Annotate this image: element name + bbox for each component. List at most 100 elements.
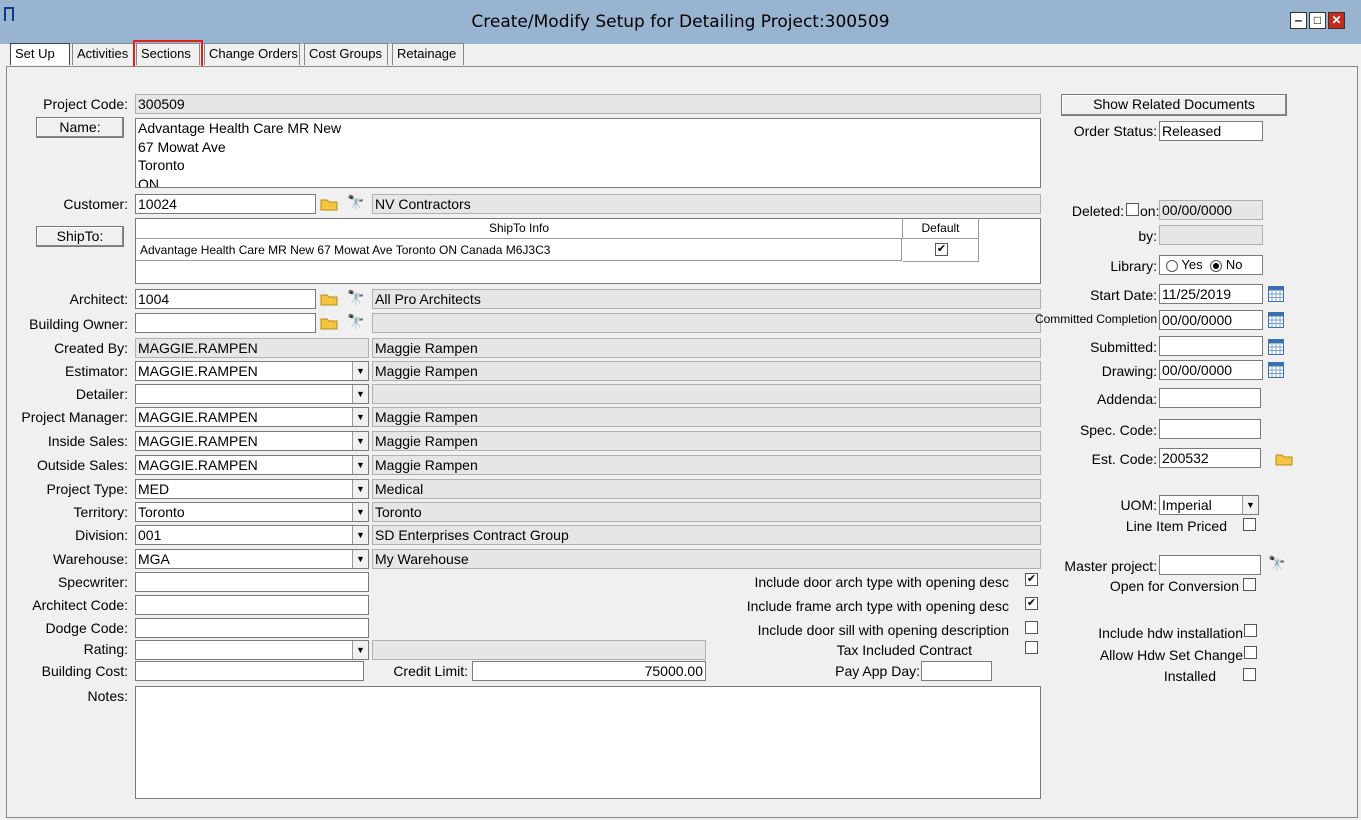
tab-retainage[interactable]: Retainage — [392, 43, 464, 65]
warehouse-select[interactable]: MGA ▼ — [135, 549, 369, 569]
chevron-down-icon[interactable]: ▼ — [352, 385, 368, 403]
credit-limit-input[interactable]: 75000.00 — [472, 661, 706, 681]
chevron-down-icon[interactable]: ▼ — [352, 362, 368, 380]
library-yes-radio[interactable] — [1166, 259, 1178, 272]
uom-select[interactable]: Imperial ▼ — [1159, 495, 1259, 515]
start-date-input[interactable]: 11/25/2019 — [1159, 284, 1263, 304]
project-manager-value: MAGGIE.RAMPEN — [138, 409, 258, 425]
chevron-down-icon[interactable]: ▼ — [352, 480, 368, 498]
rating-select[interactable]: ▼ — [135, 640, 369, 660]
notes-textarea[interactable] — [135, 686, 1041, 799]
title-bar: Create/Modify Setup for Detailing Projec… — [0, 0, 1361, 44]
customer-search-icon[interactable]: 🔭 — [347, 194, 364, 211]
spec-code-label: Spec. Code: — [1079, 422, 1157, 438]
table-row[interactable]: Advantage Health Care MR New 67 Mowat Av… — [136, 239, 902, 261]
territory-select[interactable]: Toronto ▼ — [135, 502, 369, 522]
inside-sales-select[interactable]: MAGGIE.RAMPEN ▼ — [135, 431, 369, 451]
estimator-select[interactable]: MAGGIE.RAMPEN ▼ — [135, 361, 369, 381]
architect-search-icon[interactable]: 🔭 — [347, 289, 364, 306]
shipto-default-checkbox[interactable]: ✔ — [935, 243, 948, 256]
master-project-search-icon[interactable]: 🔭 — [1268, 555, 1285, 572]
tax-included-checkbox[interactable] — [1025, 641, 1038, 654]
deleted-on-field: 00/00/0000 — [1159, 200, 1263, 220]
customer-code-input[interactable]: 10024 — [135, 194, 316, 214]
show-related-documents-button[interactable]: Show Related Documents — [1061, 94, 1287, 116]
dodge-code-input[interactable] — [135, 618, 369, 638]
created-by-label: Created By: — [54, 340, 128, 356]
warehouse-label: Warehouse: — [53, 551, 128, 567]
committed-completion-input[interactable]: 00/00/0000 — [1159, 310, 1263, 330]
tab-set-up[interactable]: Set Up — [10, 43, 70, 65]
building-cost-input[interactable] — [135, 661, 364, 681]
line-item-priced-checkbox[interactable] — [1243, 518, 1256, 531]
spec-code-input[interactable] — [1159, 419, 1261, 439]
submitted-input[interactable] — [1159, 336, 1263, 356]
tab-activities[interactable]: Activities — [72, 43, 134, 65]
maximize-button[interactable]: □ — [1309, 12, 1326, 29]
chevron-down-icon[interactable]: ▼ — [352, 503, 368, 521]
shipto-button[interactable]: ShipTo: — [36, 226, 124, 247]
library-no-label: No — [1225, 257, 1243, 272]
open-for-conversion-checkbox[interactable] — [1243, 578, 1256, 591]
notes-label: Notes: — [87, 688, 128, 704]
drawing-input[interactable]: 00/00/0000 — [1159, 360, 1263, 380]
architect-code-field[interactable] — [135, 595, 369, 615]
tax-included-label: Tax Included Contract — [836, 642, 972, 658]
tab-change-orders[interactable]: Change Orders — [204, 43, 300, 65]
chevron-down-icon[interactable]: ▼ — [352, 456, 368, 474]
project-type-select[interactable]: MED ▼ — [135, 479, 369, 499]
tab-sections[interactable]: Sections — [133, 40, 203, 68]
project-manager-select[interactable]: MAGGIE.RAMPEN ▼ — [135, 407, 369, 427]
chevron-down-icon[interactable]: ▼ — [352, 641, 368, 659]
rating-desc-field — [372, 640, 706, 660]
chevron-down-icon[interactable]: ▼ — [352, 432, 368, 450]
chevron-down-icon[interactable]: ▼ — [352, 550, 368, 568]
calendar-icon[interactable] — [1268, 286, 1284, 302]
calendar-icon[interactable] — [1268, 339, 1284, 355]
outside-sales-name-field: Maggie Rampen — [372, 455, 1041, 475]
door-arch-checkbox[interactable]: ✔ — [1025, 573, 1038, 586]
building-owner-search-icon[interactable]: 🔭 — [347, 313, 364, 330]
close-button[interactable]: ✕ — [1328, 12, 1345, 29]
building-owner-folder-icon[interactable] — [320, 316, 338, 330]
detailer-select[interactable]: ▼ — [135, 384, 369, 404]
est-code-folder-icon[interactable] — [1275, 452, 1293, 466]
building-cost-label: Building Cost: — [41, 663, 128, 679]
installed-checkbox[interactable] — [1243, 668, 1256, 681]
chevron-down-icon[interactable]: ▼ — [352, 408, 368, 426]
name-address-field[interactable]: Advantage Health Care MR New 67 Mowat Av… — [135, 118, 1041, 188]
outside-sales-select[interactable]: MAGGIE.RAMPEN ▼ — [135, 455, 369, 475]
addenda-input[interactable] — [1159, 388, 1261, 408]
name-button[interactable]: Name: — [36, 117, 124, 138]
project-code-label: Project Code: — [43, 96, 128, 112]
frame-arch-checkbox[interactable]: ✔ — [1025, 597, 1038, 610]
created-by-field: MAGGIE.RAMPEN — [135, 338, 369, 358]
customer-folder-icon[interactable] — [320, 197, 338, 211]
architect-folder-icon[interactable] — [320, 292, 338, 306]
est-code-input[interactable]: 200532 — [1159, 448, 1261, 468]
deleted-checkbox[interactable] — [1126, 203, 1139, 216]
library-radio-group: Yes No — [1159, 255, 1263, 275]
tab-cost-groups[interactable]: Cost Groups — [304, 43, 388, 65]
door-sill-checkbox[interactable] — [1025, 621, 1038, 634]
include-hdw-installation-checkbox[interactable] — [1244, 624, 1257, 637]
calendar-icon[interactable] — [1268, 362, 1284, 378]
submitted-label: Submitted: — [1090, 339, 1157, 355]
library-no-radio[interactable] — [1210, 259, 1223, 272]
deleted-by-field — [1159, 225, 1263, 245]
building-owner-input[interactable] — [135, 313, 316, 333]
master-project-input[interactable] — [1159, 555, 1261, 575]
pay-app-day-input[interactable] — [921, 661, 992, 681]
division-select[interactable]: 001 ▼ — [135, 525, 369, 545]
open-for-conversion-label: Open for Conversion — [1109, 578, 1239, 594]
specwriter-input[interactable] — [135, 572, 369, 592]
architect-code-input[interactable]: 1004 — [135, 289, 316, 309]
chevron-down-icon[interactable]: ▼ — [352, 526, 368, 544]
allow-hdw-set-change-checkbox[interactable] — [1244, 646, 1257, 659]
outside-sales-value: MAGGIE.RAMPEN — [138, 457, 258, 473]
minimize-button[interactable]: ‒ — [1290, 12, 1307, 29]
calendar-icon[interactable] — [1268, 312, 1284, 328]
chevron-down-icon[interactable]: ▼ — [1242, 496, 1258, 514]
created-by-name-field: Maggie Rampen — [372, 338, 1041, 358]
estimator-value: MAGGIE.RAMPEN — [138, 363, 258, 379]
